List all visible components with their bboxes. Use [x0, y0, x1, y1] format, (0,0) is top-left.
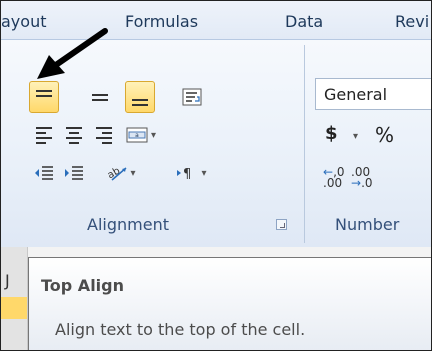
align-right-icon	[96, 126, 112, 144]
align-right-button[interactable]	[89, 119, 119, 151]
group-separator	[304, 45, 305, 243]
orientation-icon: ab	[106, 166, 127, 181]
decrease-indent-icon	[35, 166, 53, 180]
accounting-format-button[interactable]: $	[325, 123, 338, 144]
top-align-icon	[36, 89, 52, 97]
selected-cell-edge	[1, 297, 27, 319]
alignment-group-label: Alignment	[87, 215, 169, 234]
top-align-button[interactable]	[29, 81, 59, 113]
decrease-decimal-button[interactable]: .00 →.0	[351, 165, 373, 190]
tab-data[interactable]: Data	[285, 12, 323, 31]
tooltip-description: Align text to the top of the cell.	[55, 320, 306, 339]
text-direction-icon: ¶	[177, 167, 192, 181]
wrap-text-button[interactable]	[177, 81, 207, 113]
middle-align-icon	[92, 93, 108, 101]
column-hint: J	[5, 271, 10, 290]
align-left-icon	[36, 126, 52, 144]
number-format-value: General	[324, 85, 388, 104]
bottom-align-icon	[132, 98, 148, 106]
tab-formulas[interactable]: Formulas	[125, 12, 198, 31]
align-center-button[interactable]	[59, 119, 89, 151]
increase-decimal-button[interactable]: ←,0.00	[323, 165, 345, 190]
tooltip: Top Align Align text to the top of the c…	[28, 257, 431, 350]
increase-indent-button[interactable]	[59, 157, 89, 189]
number-format-select[interactable]: General	[315, 78, 431, 110]
middle-align-button[interactable]	[85, 81, 115, 113]
align-center-icon	[66, 126, 82, 144]
alignment-dialog-launcher[interactable]	[276, 219, 287, 230]
tooltip-title: Top Align	[41, 276, 124, 295]
annotation-arrow-icon	[37, 28, 108, 79]
accounting-dropdown-icon[interactable]: ▾	[353, 131, 358, 142]
wrap-text-icon	[182, 88, 202, 106]
svg-text:a: a	[135, 132, 139, 139]
tab-review[interactable]: Revi	[395, 12, 429, 31]
svg-text:¶: ¶	[183, 167, 191, 181]
increase-indent-icon	[65, 166, 83, 180]
decrease-indent-button[interactable]	[29, 157, 59, 189]
align-left-button[interactable]	[29, 119, 59, 151]
text-direction-button[interactable]: ¶ ▾	[171, 157, 211, 189]
orientation-button[interactable]: ab ▾	[99, 157, 143, 189]
merge-center-button[interactable]: a ▾	[121, 119, 161, 151]
number-group-label: Number	[335, 215, 400, 234]
increase-decimal-icon: ←,0.00	[323, 165, 345, 190]
merge-cells-icon: a	[126, 127, 148, 143]
percent-style-button[interactable]: %	[375, 123, 394, 147]
screenshot-frame: ayout Formulas Data Revi a ▾ ab ▾ ¶ ▾ Al…	[0, 0, 432, 351]
bottom-align-button[interactable]	[125, 81, 155, 113]
decrease-decimal-icon: .00 →.0	[351, 165, 373, 190]
